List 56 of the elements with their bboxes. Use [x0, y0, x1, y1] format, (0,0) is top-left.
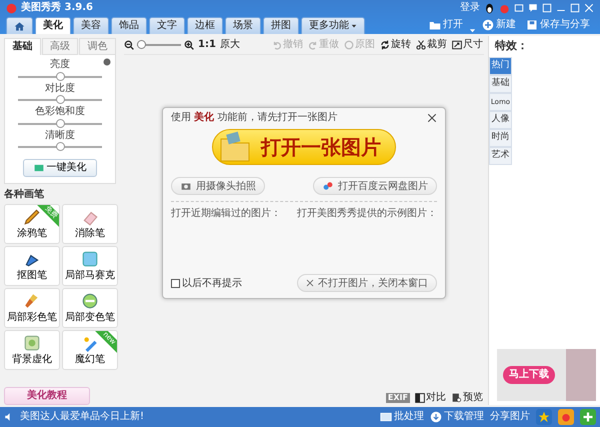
download-now-button[interactable]: 马上下载: [503, 366, 555, 384]
preview-button[interactable]: 预览: [451, 392, 484, 404]
brush-tool-button[interactable]: 抠图笔: [4, 246, 60, 286]
crop-button[interactable]: 裁剪: [415, 39, 448, 51]
effect-category-tab[interactable]: 时尚: [489, 128, 512, 147]
menu-tab[interactable]: 饰品: [111, 17, 147, 34]
new-button[interactable]: 新建: [478, 16, 520, 33]
menu-tab[interactable]: 场景: [225, 17, 261, 34]
save-button[interactable]: 保存与分享: [522, 16, 594, 33]
resize-button[interactable]: 尺寸: [451, 39, 484, 51]
login-link[interactable]: 登录: [460, 2, 480, 14]
share-button[interactable]: 分享图片: [490, 411, 530, 423]
ad-banner[interactable]: 马上下载: [497, 349, 596, 401]
close-dialog-button[interactable]: 不打开图片，关闭本窗口: [297, 274, 437, 292]
sub-tab[interactable]: 基础: [4, 38, 41, 55]
menu-tab[interactable]: 文字: [149, 17, 185, 34]
effect-category-tab[interactable]: 基础: [489, 74, 512, 93]
slider-label: 对比度: [45, 82, 75, 94]
sub-tab[interactable]: 调色: [79, 38, 116, 55]
effect-category-tab[interactable]: 热门: [489, 56, 512, 75]
effect-category-tab[interactable]: 人像: [489, 110, 512, 129]
recent-images-label: 打开近期编辑过的图片：: [171, 208, 281, 222]
menu-tab[interactable]: 美化: [35, 17, 71, 34]
menu-tab[interactable]: 边框: [187, 17, 223, 34]
effect-category-tab[interactable]: 艺术: [489, 146, 512, 165]
tutorial-button[interactable]: 美化教程: [4, 387, 90, 405]
menu-tab[interactable]: 拼图: [263, 17, 299, 34]
dont-show-checkbox[interactable]: 以后不再提示: [171, 278, 242, 289]
auto-beautify-button[interactable]: 一键美化: [23, 159, 97, 177]
cloud-drive-button[interactable]: 打开百度云网盘图片: [313, 177, 437, 196]
menu-tab[interactable]: 美容: [73, 17, 109, 34]
brush-tool-button[interactable]: 局部变色笔: [62, 288, 118, 328]
brush-tool-button[interactable]: 消除笔: [62, 204, 118, 244]
sub-tab[interactable]: 高级: [42, 38, 78, 55]
slider-label: 亮度: [50, 59, 70, 70]
download-button[interactable]: 下载管理: [430, 411, 484, 423]
effects-title: 特效：: [494, 38, 529, 54]
actual-size-button[interactable]: 1:1 原大: [197, 39, 242, 51]
rotate-button[interactable]: 旋转: [379, 39, 412, 51]
status-message[interactable]: 美图达人最爱单品今日上新!: [20, 411, 144, 423]
batch-button[interactable]: 批处理: [380, 411, 424, 423]
open-button[interactable]: 打开: [425, 16, 467, 33]
camera-button[interactable]: 用摄像头拍照: [171, 177, 265, 196]
slider-label: 色彩饱和度: [35, 106, 85, 118]
brush-tool-button[interactable]: 背景虚化: [4, 330, 60, 370]
open-image-button[interactable]: 打开一张图片: [212, 129, 396, 166]
section-title: 各种画笔: [4, 189, 45, 200]
slider-label: 清晰度: [45, 130, 75, 141]
brush-tool-button[interactable]: 局部马赛克: [62, 246, 118, 286]
window-title: 美图秀秀 3.9.6: [21, 2, 93, 14]
exif-badge[interactable]: EXIF: [386, 393, 410, 403]
more-features-tab[interactable]: 更多功能: [301, 17, 365, 34]
compare-button[interactable]: 对比: [414, 392, 447, 404]
sample-images-label: 打开美图秀秀提供的示例图片：: [297, 208, 437, 222]
brush-tool-button[interactable]: 局部彩色笔: [4, 288, 60, 328]
dialog-message: 使用 美化 功能前，请先打开一张图片: [171, 112, 338, 124]
